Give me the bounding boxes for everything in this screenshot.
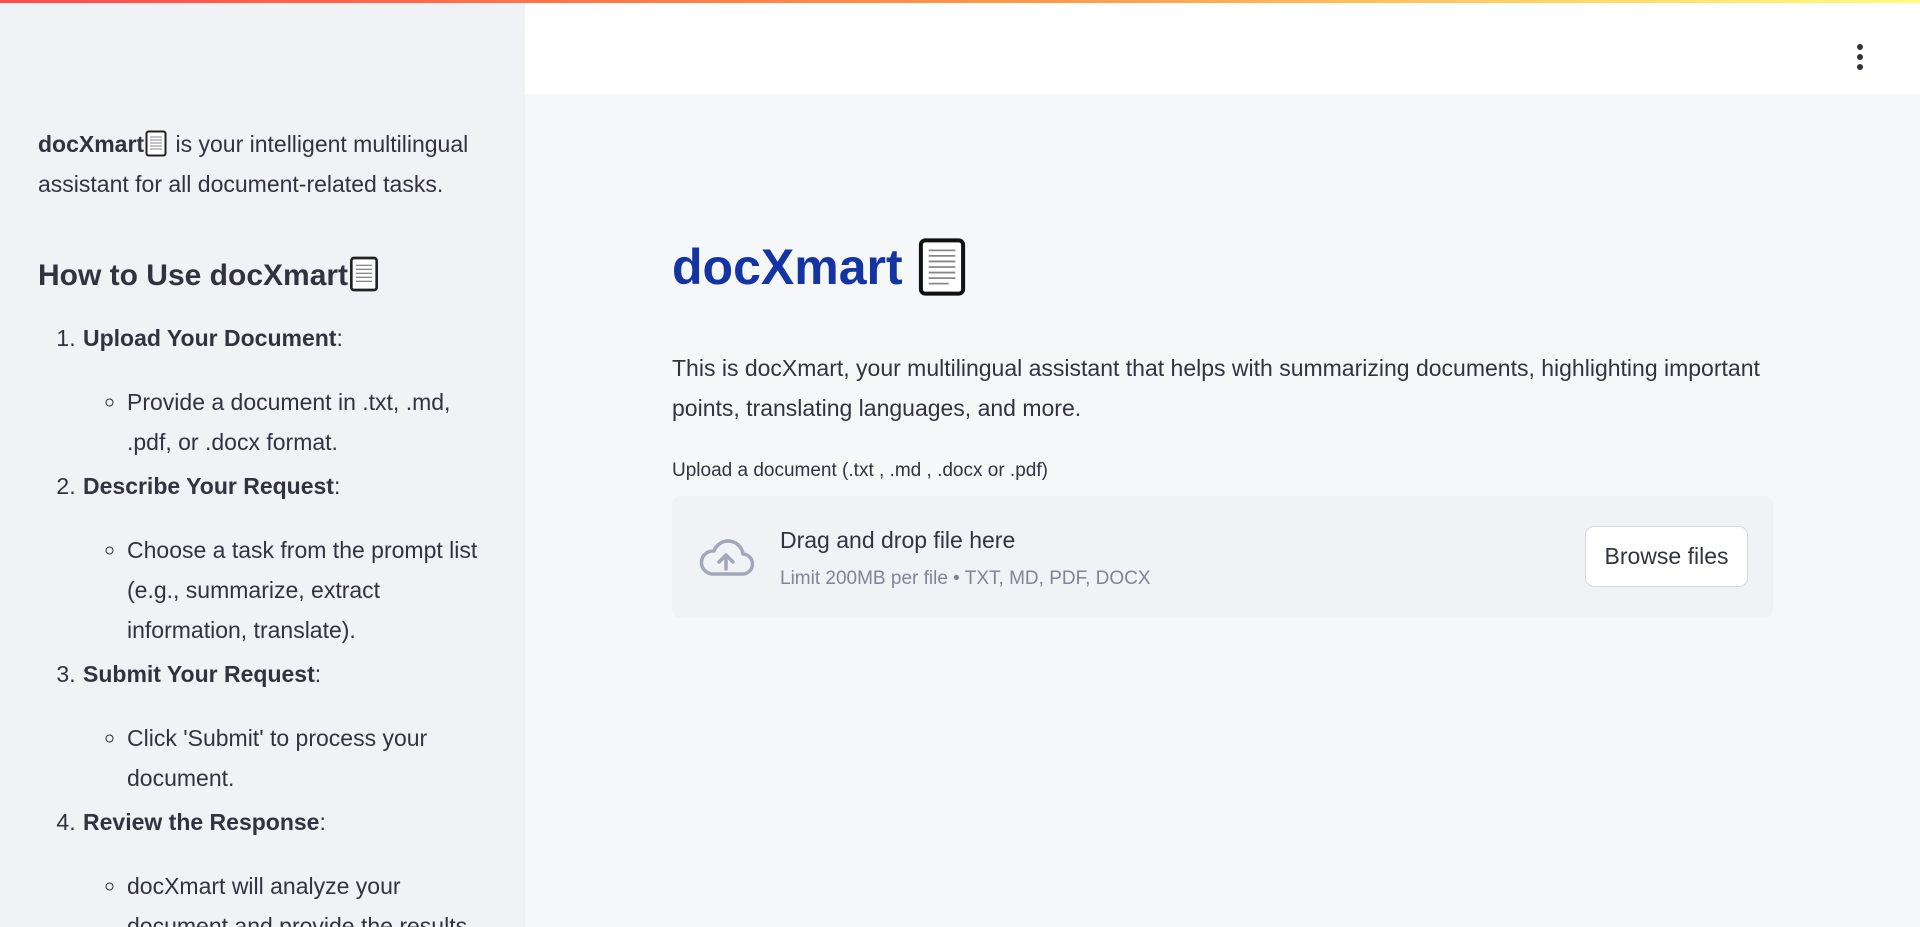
step-sublist: Choose a task from the prompt list (e.g.…: [83, 530, 487, 650]
dropzone-instructions: Drag and drop file here Limit 200MB per …: [780, 526, 1151, 593]
step-detail: Click 'Submit' to process your document.: [127, 718, 487, 798]
vertical-ellipsis-icon: [1857, 54, 1863, 60]
steps-list: Upload Your Document: Provide a document…: [38, 318, 487, 927]
vertical-ellipsis-icon: [1857, 64, 1863, 70]
page-title: docXmart: [672, 230, 1773, 304]
app-header: [525, 0, 1920, 94]
step-item: Upload Your Document: Provide a document…: [82, 318, 487, 462]
main-content: docXmart This is docXmart, your multilin…: [672, 230, 1773, 618]
step-sublist: Click 'Submit' to process your document.: [83, 718, 487, 798]
dropzone-limit: Limit 200MB per file • TXT, MD, PDF, DOC…: [780, 568, 1151, 589]
sidebar-intro: docXmart is your intelligent multilingua…: [38, 124, 487, 204]
sidebar: docXmart is your intelligent multilingua…: [0, 0, 525, 927]
top-decoration-bar: [0, 0, 1920, 3]
main-menu-button[interactable]: [1848, 44, 1872, 70]
sidebar-content: docXmart is your intelligent multilingua…: [0, 0, 525, 927]
file-dropzone[interactable]: Drag and drop file here Limit 200MB per …: [672, 496, 1773, 618]
step-title: Describe Your Request: [83, 473, 334, 499]
page-description: This is docXmart, your multilingual assi…: [672, 355, 1760, 421]
document-icon: [145, 130, 167, 157]
step-item: Submit Your Request: Click 'Submit' to p…: [82, 654, 487, 798]
cloud-upload-icon: [699, 539, 754, 576]
intro-brand: docXmart: [38, 131, 145, 157]
dropzone-title: Drag and drop file here: [780, 527, 1016, 553]
step-item: Review the Response: docXmart will analy…: [82, 802, 487, 927]
step-detail: docXmart will analyze your document and …: [127, 866, 487, 927]
step-title: Upload Your Document: [83, 325, 337, 351]
page-title-text: docXmart: [672, 239, 903, 295]
step-detail: Choose a task from the prompt list (e.g.…: [127, 530, 487, 650]
document-icon: [918, 238, 965, 296]
step-title: Submit Your Request: [83, 661, 315, 687]
how-to-heading: How to Use docXmart: [38, 256, 487, 296]
step-title: Review the Response: [83, 809, 320, 835]
document-icon: [350, 256, 379, 292]
step-sublist: Provide a document in .txt, .md, .pdf, o…: [83, 382, 487, 462]
how-to-heading-text: How to Use docXmart: [38, 259, 349, 292]
step-item: Describe Your Request: Choose a task fro…: [82, 466, 487, 650]
step-sublist: docXmart will analyze your document and …: [83, 866, 487, 927]
step-detail: Provide a document in .txt, .md, .pdf, o…: [127, 382, 487, 462]
upload-label: Upload a document (.txt , .md , .docx or…: [672, 460, 1048, 481]
browse-files-button[interactable]: Browse files: [1585, 526, 1748, 587]
vertical-ellipsis-icon: [1857, 44, 1863, 50]
